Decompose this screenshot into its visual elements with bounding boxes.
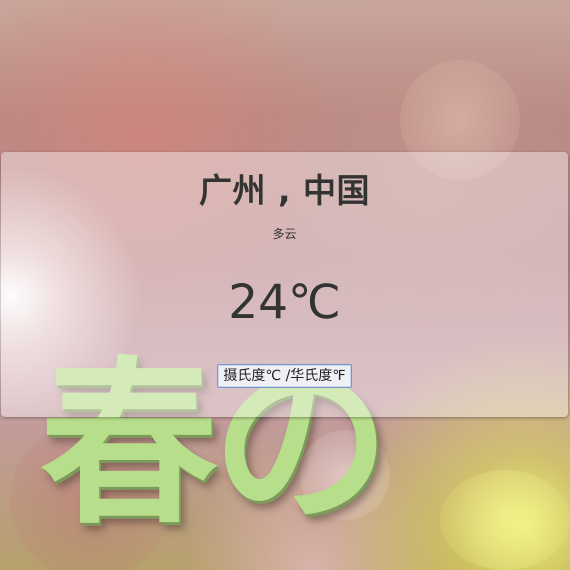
- background-bokeh: [440, 470, 570, 570]
- weather-card: 广州 , 中国 多云 24℃ 摄氏度℃ /华氏度℉: [1, 152, 568, 417]
- weather-condition: 多云: [272, 227, 297, 241]
- location-title: 广州 , 中国: [198, 171, 370, 210]
- unit-toggle-button[interactable]: 摄氏度℃ /华氏度℉: [217, 364, 352, 388]
- temperature-value: 24℃: [228, 275, 341, 330]
